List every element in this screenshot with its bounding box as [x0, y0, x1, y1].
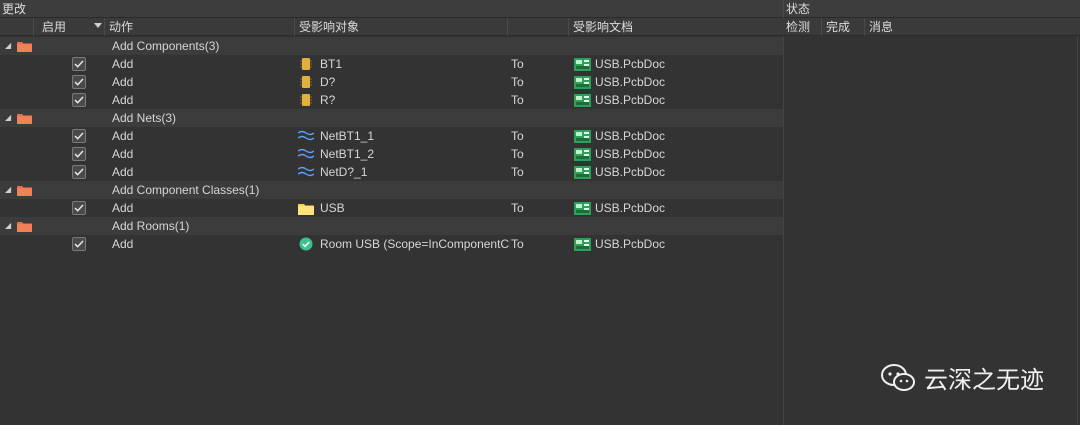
action-cell: Add	[112, 237, 134, 251]
document-cell: USB.PcbDoc	[595, 57, 666, 71]
folder-icon	[17, 41, 32, 52]
pcb-document-icon	[573, 165, 591, 179]
component-icon	[298, 57, 314, 71]
to-cell: To	[511, 237, 524, 251]
document-column-header[interactable]: 受影响文档	[573, 18, 633, 36]
pcb-document-icon	[573, 201, 591, 215]
enable-checkbox[interactable]	[72, 201, 86, 215]
status-panel-border	[783, 36, 784, 425]
document-cell: USB.PcbDoc	[595, 93, 666, 107]
collapse-triangle-icon[interactable]: ◢	[5, 181, 11, 199]
component-icon	[298, 93, 314, 107]
pcb-document-icon	[573, 237, 591, 251]
pcb-document-icon	[573, 75, 591, 89]
to-cell: To	[511, 165, 524, 179]
enable-column-header[interactable]: 启用	[42, 18, 66, 36]
check-column-header[interactable]: 检测	[786, 18, 810, 36]
enable-checkbox[interactable]	[72, 57, 86, 71]
enable-checkbox[interactable]	[72, 147, 86, 161]
folder-icon	[17, 113, 32, 124]
document-cell: USB.PcbDoc	[595, 165, 666, 179]
action-cell: Add	[112, 57, 134, 71]
header-group-row	[0, 0, 1080, 18]
group-label: Add Component Classes(1)	[112, 183, 260, 197]
to-cell: To	[511, 93, 524, 107]
col-sep-6	[821, 18, 822, 36]
pcb-document-icon	[573, 147, 591, 161]
action-cell: Add	[112, 129, 134, 143]
done-column-header[interactable]: 完成	[826, 18, 850, 36]
enable-checkbox[interactable]	[72, 75, 86, 89]
enable-checkbox[interactable]	[72, 93, 86, 107]
wechat-icon	[880, 363, 916, 393]
message-column-header[interactable]: 消息	[869, 18, 893, 36]
column-header-row	[0, 18, 1080, 36]
enable-checkbox[interactable]	[72, 129, 86, 143]
action-cell: Add	[112, 93, 134, 107]
object-cell: R?	[320, 93, 336, 107]
enable-checkbox[interactable]	[72, 165, 86, 179]
enable-checkbox[interactable]	[72, 237, 86, 251]
to-cell: To	[511, 129, 524, 143]
action-column-header[interactable]: 动作	[109, 18, 133, 36]
col-sep-4	[507, 18, 508, 36]
net-icon	[298, 147, 314, 161]
sort-down-icon[interactable]	[94, 23, 102, 28]
pcb-document-icon	[573, 129, 591, 143]
changes-group-header: 更改	[2, 2, 27, 16]
watermark: 云深之无迹	[880, 360, 1044, 395]
to-cell: To	[511, 57, 524, 71]
object-cell: NetD?_1	[320, 165, 368, 179]
collapse-triangle-icon[interactable]: ◢	[5, 217, 11, 235]
action-cell: Add	[112, 201, 134, 215]
object-cell: D?	[320, 75, 336, 89]
folder-icon	[17, 221, 32, 232]
status-group-header: 状态	[786, 2, 811, 16]
to-cell: To	[511, 147, 524, 161]
collapse-triangle-icon[interactable]: ◢	[5, 37, 11, 55]
component-icon	[298, 75, 314, 89]
action-cell: Add	[112, 165, 134, 179]
object-cell: BT1	[320, 57, 343, 71]
col-sep-3	[294, 18, 295, 36]
collapse-triangle-icon[interactable]: ◢	[5, 109, 11, 127]
watermark-text: 云深之无迹	[924, 366, 1044, 394]
object-cell: NetBT1_1	[320, 129, 375, 143]
document-cell: USB.PcbDoc	[595, 201, 666, 215]
folder-icon	[17, 185, 32, 196]
class-folder-icon	[298, 201, 314, 215]
object-cell: Room USB (Scope=InComponentClas	[320, 237, 510, 251]
col-sep-2	[104, 18, 105, 36]
group-label: Add Nets(3)	[112, 111, 177, 125]
to-cell: To	[511, 75, 524, 89]
group-label: Add Components(3)	[112, 39, 220, 53]
col-sep-7	[864, 18, 865, 36]
document-cell: USB.PcbDoc	[595, 237, 666, 251]
document-cell: USB.PcbDoc	[595, 75, 666, 89]
action-cell: Add	[112, 147, 134, 161]
right-border	[1077, 36, 1078, 425]
pcb-document-icon	[573, 57, 591, 71]
object-cell: USB	[320, 201, 345, 215]
net-icon	[298, 129, 314, 143]
object-cell: NetBT1_2	[320, 147, 375, 161]
col-sep-5	[568, 18, 569, 36]
net-icon	[298, 165, 314, 179]
document-cell: USB.PcbDoc	[595, 129, 666, 143]
room-icon	[298, 237, 314, 251]
to-cell: To	[511, 201, 524, 215]
object-column-header[interactable]: 受影响对象	[299, 18, 359, 36]
pcb-document-icon	[573, 93, 591, 107]
group-label: Add Rooms(1)	[112, 219, 190, 233]
col-sep-1	[33, 18, 34, 36]
document-cell: USB.PcbDoc	[595, 147, 666, 161]
action-cell: Add	[112, 75, 134, 89]
